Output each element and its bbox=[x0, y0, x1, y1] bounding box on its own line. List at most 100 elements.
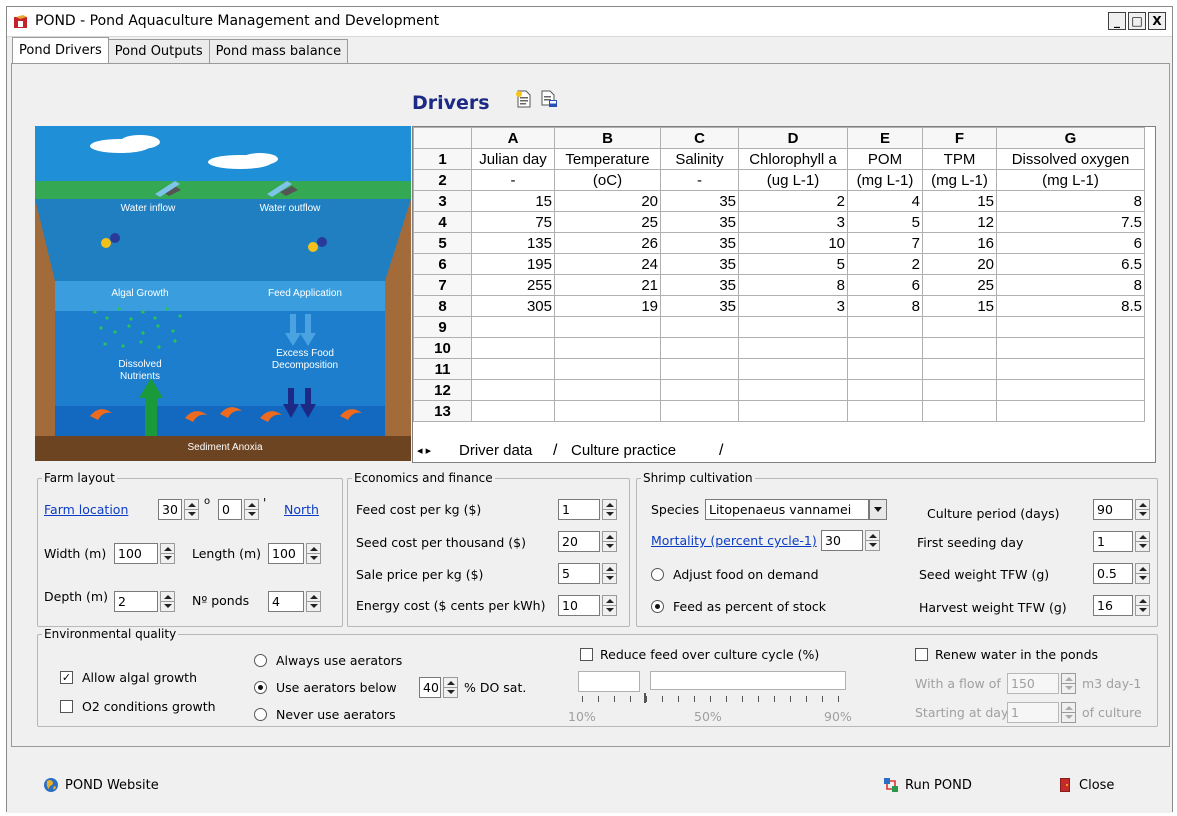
grid-cell[interactable]: 20 bbox=[554, 190, 661, 212]
grid-column-header[interactable]: F bbox=[922, 127, 997, 149]
grid-cell[interactable]: 35 bbox=[660, 274, 739, 296]
tab-pond-mass-balance[interactable]: Pond mass balance bbox=[208, 39, 349, 63]
grid-cell[interactable]: 15 bbox=[922, 295, 997, 317]
sheet-tab-culture-practice[interactable]: Culture practice bbox=[571, 442, 676, 459]
grid-cell[interactable]: 25 bbox=[922, 274, 997, 296]
grid-cell[interactable] bbox=[738, 358, 848, 380]
grid-row-header[interactable]: 11 bbox=[413, 358, 472, 380]
grid-cell[interactable]: 5 bbox=[847, 211, 923, 233]
grid-cell[interactable]: 2 bbox=[847, 253, 923, 275]
ponds-input[interactable]: 4 bbox=[268, 591, 304, 612]
length-input[interactable]: 100 bbox=[268, 543, 304, 564]
grid-cell[interactable] bbox=[847, 400, 923, 422]
grid-cell[interactable]: 35 bbox=[660, 211, 739, 233]
harvest-weight-input[interactable]: 16 bbox=[1093, 595, 1133, 616]
width-input[interactable]: 100 bbox=[114, 543, 158, 564]
grid-cell[interactable]: Temperature bbox=[554, 148, 661, 170]
grid-cell[interactable] bbox=[996, 400, 1145, 422]
depth-spinner[interactable] bbox=[160, 591, 175, 612]
tab-pond-outputs[interactable]: Pond Outputs bbox=[107, 39, 210, 63]
sheet-scroll-arrows[interactable]: ◂ ▸ bbox=[417, 444, 431, 457]
grid-row-header[interactable]: 13 bbox=[413, 400, 472, 422]
grid-cell[interactable]: 8 bbox=[996, 190, 1145, 212]
new-document-icon[interactable] bbox=[515, 90, 533, 108]
grid-cell[interactable]: (oC) bbox=[554, 169, 661, 191]
sheet-tab-driver-data[interactable]: Driver data bbox=[459, 442, 532, 459]
tab-pond-drivers[interactable]: Pond Drivers bbox=[12, 37, 109, 63]
reduce-feed-slider-thumb[interactable] bbox=[644, 693, 646, 703]
mortality-link[interactable]: Mortality (percent cycle-1) bbox=[651, 533, 817, 548]
grid-cell[interactable] bbox=[922, 358, 997, 380]
grid-row-header[interactable]: 12 bbox=[413, 379, 472, 401]
seed-weight-spinner[interactable] bbox=[1135, 563, 1150, 584]
grid-cell[interactable] bbox=[922, 337, 997, 359]
grid-column-header[interactable]: E bbox=[847, 127, 923, 149]
reduce-feed-slider-track[interactable] bbox=[650, 671, 846, 690]
grid-cell[interactable] bbox=[660, 337, 739, 359]
grid-cell[interactable] bbox=[660, 316, 739, 338]
grid-cell[interactable]: 15 bbox=[471, 190, 555, 212]
grid-cell[interactable]: TPM bbox=[922, 148, 997, 170]
starting-day-spinner[interactable] bbox=[1061, 702, 1076, 723]
grid-cell[interactable]: (mg L-1) bbox=[922, 169, 997, 191]
grid-cell[interactable] bbox=[471, 400, 555, 422]
grid-cell[interactable] bbox=[922, 316, 997, 338]
grid-cell[interactable]: 8 bbox=[996, 274, 1145, 296]
renew-water-checkbox[interactable] bbox=[915, 648, 928, 661]
grid-cell[interactable]: 3 bbox=[738, 295, 848, 317]
grid-cell[interactable]: 24 bbox=[554, 253, 661, 275]
grid-cell[interactable]: 35 bbox=[660, 232, 739, 254]
grid-cell[interactable] bbox=[847, 358, 923, 380]
grid-cell[interactable] bbox=[471, 316, 555, 338]
feed-cost-input[interactable]: 1 bbox=[558, 499, 600, 520]
grid-cell[interactable] bbox=[847, 337, 923, 359]
grid-cell[interactable]: Salinity bbox=[660, 148, 739, 170]
grid-cell[interactable]: Chlorophyll a bbox=[738, 148, 848, 170]
grid-cell[interactable]: 7.5 bbox=[996, 211, 1145, 233]
aerators-threshold-spinner[interactable] bbox=[443, 677, 458, 698]
grid-cell[interactable] bbox=[471, 358, 555, 380]
grid-cell[interactable]: 35 bbox=[660, 295, 739, 317]
close-window-button[interactable]: X bbox=[1148, 12, 1166, 30]
sale-price-spinner[interactable] bbox=[602, 563, 617, 584]
grid-cell[interactable] bbox=[554, 400, 661, 422]
first-seeding-spinner[interactable] bbox=[1135, 531, 1150, 552]
grid-cell[interactable] bbox=[996, 337, 1145, 359]
grid-cell[interactable]: POM bbox=[847, 148, 923, 170]
species-dropdown-button[interactable] bbox=[869, 499, 887, 520]
grid-cell[interactable]: Dissolved oxygen bbox=[996, 148, 1145, 170]
adjust-food-radio[interactable] bbox=[651, 568, 664, 581]
grid-cell[interactable]: 35 bbox=[660, 253, 739, 275]
mortality-spinner[interactable] bbox=[865, 530, 880, 551]
grid-cell[interactable]: 7 bbox=[847, 232, 923, 254]
culture-period-spinner[interactable] bbox=[1135, 499, 1150, 520]
width-spinner[interactable] bbox=[160, 543, 175, 564]
grid-cell[interactable]: 4 bbox=[847, 190, 923, 212]
grid-cell[interactable]: 255 bbox=[471, 274, 555, 296]
grid-cell[interactable]: 135 bbox=[471, 232, 555, 254]
grid-cell[interactable]: 10 bbox=[738, 232, 848, 254]
grid-cell[interactable]: (mg L-1) bbox=[847, 169, 923, 191]
grid-cell[interactable] bbox=[471, 379, 555, 401]
grid-cell[interactable]: 8.5 bbox=[996, 295, 1145, 317]
grid-row-header[interactable]: 6 bbox=[413, 253, 472, 275]
grid-cell[interactable] bbox=[847, 316, 923, 338]
grid-cell[interactable]: - bbox=[660, 169, 739, 191]
grid-cell[interactable]: (ug L-1) bbox=[738, 169, 848, 191]
grid-column-header[interactable]: D bbox=[738, 127, 848, 149]
grid-cell[interactable] bbox=[554, 337, 661, 359]
grid-cell[interactable]: 19 bbox=[554, 295, 661, 317]
feed-percent-radio[interactable] bbox=[651, 600, 664, 613]
first-seeding-input[interactable]: 1 bbox=[1093, 531, 1133, 552]
seed-weight-input[interactable]: 0.5 bbox=[1093, 563, 1133, 584]
grid-cell[interactable]: 75 bbox=[471, 211, 555, 233]
grid-cell[interactable] bbox=[738, 379, 848, 401]
pond-website-button[interactable]: POND Website bbox=[43, 777, 159, 793]
save-document-icon[interactable] bbox=[540, 90, 558, 108]
grid-cell[interactable] bbox=[922, 379, 997, 401]
reduce-feed-checkbox[interactable] bbox=[580, 648, 593, 661]
grid-cell[interactable] bbox=[471, 337, 555, 359]
minimize-button[interactable]: _ bbox=[1108, 12, 1126, 30]
culture-period-input[interactable]: 90 bbox=[1093, 499, 1133, 520]
grid-cell[interactable]: 26 bbox=[554, 232, 661, 254]
